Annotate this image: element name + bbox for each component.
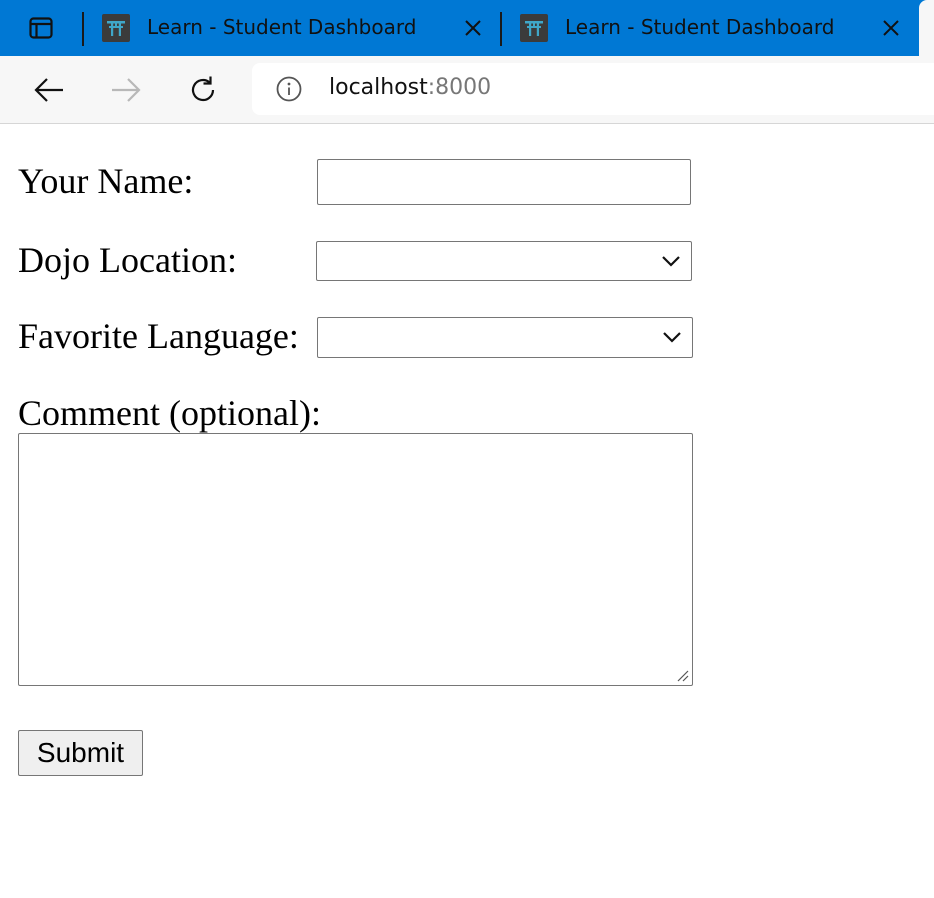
dojo-location-label: Dojo Location: <box>18 240 237 280</box>
tab-close-button[interactable] <box>879 16 903 40</box>
tab-actions-icon <box>29 17 53 39</box>
browser-tab-1[interactable]: Learn - Student Dashboard <box>84 0 500 56</box>
favorite-language-label: Favorite Language: <box>18 316 299 356</box>
arrow-left-icon <box>34 78 63 102</box>
address-bar[interactable]: localhost:8000 <box>252 63 934 115</box>
tab-actions-button[interactable] <box>28 16 54 40</box>
favorite-language-select[interactable] <box>317 317 693 358</box>
submit-button[interactable]: Submit <box>18 730 143 776</box>
arrow-right-icon <box>112 78 141 102</box>
name-input[interactable] <box>317 159 691 205</box>
torii-gate-icon <box>520 14 548 42</box>
page-content: Your Name: Dojo Location: Favorite Langu… <box>0 124 934 898</box>
url-text[interactable]: localhost:8000 <box>329 75 491 100</box>
chevron-down-icon <box>663 332 681 343</box>
refresh-button[interactable] <box>183 70 223 110</box>
close-icon <box>465 20 481 36</box>
url-port: :8000 <box>427 75 492 100</box>
tab-close-button[interactable] <box>461 16 485 40</box>
forward-button[interactable] <box>106 70 146 110</box>
name-label: Your Name: <box>18 161 194 201</box>
chevron-down-icon <box>662 256 680 267</box>
torii-gate-icon <box>102 14 130 42</box>
comment-textarea[interactable] <box>18 433 693 686</box>
dojo-location-select[interactable] <box>316 241 692 281</box>
resize-grip-icon[interactable] <box>675 668 689 682</box>
refresh-icon <box>191 76 215 102</box>
back-button[interactable] <box>29 70 69 110</box>
browser-titlebar: Learn - Student Dashboard Learn - Studen… <box>0 0 934 56</box>
tab-title: Learn - Student Dashboard <box>565 15 835 39</box>
tab-title: Learn - Student Dashboard <box>147 15 417 39</box>
browser-tab-active[interactable] <box>919 0 934 56</box>
info-icon[interactable] <box>276 76 302 102</box>
comment-label: Comment (optional): <box>18 393 321 433</box>
browser-navbar: localhost:8000 <box>0 56 934 124</box>
url-host: localhost <box>329 75 428 100</box>
browser-tab-2[interactable]: Learn - Student Dashboard <box>502 0 918 56</box>
close-icon <box>883 20 899 36</box>
